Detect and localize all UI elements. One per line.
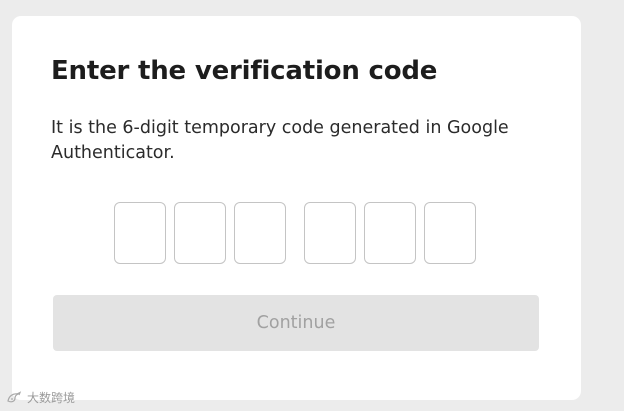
code-digit-input-4[interactable] [304,202,356,264]
code-input-group [114,202,476,264]
continue-button[interactable]: Continue [53,295,539,351]
instruction-text: It is the 6-digit temporary code generat… [51,118,509,163]
bird-logo-icon [6,390,22,406]
watermark-text: 大数跨境 [27,391,76,405]
page-title: Enter the verification code [51,56,438,86]
code-digit-input-6[interactable] [424,202,476,264]
code-digit-input-3[interactable] [234,202,286,264]
verification-card: Enter the verification code It is the 6-… [12,16,581,400]
code-digit-input-1[interactable] [114,202,166,264]
code-digit-input-2[interactable] [174,202,226,264]
watermark: 大数跨境 [6,389,75,406]
code-digit-input-5[interactable] [364,202,416,264]
